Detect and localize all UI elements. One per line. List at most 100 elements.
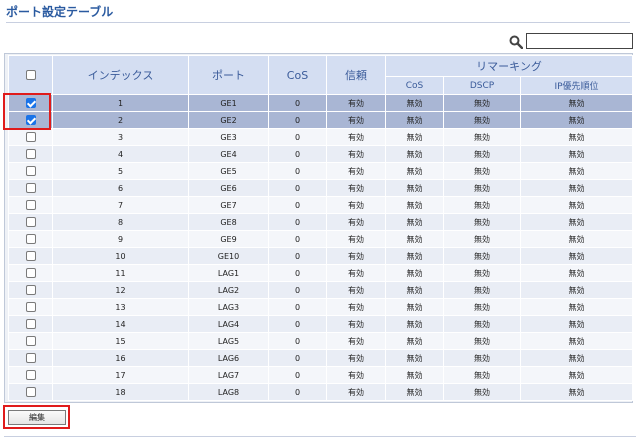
table-row[interactable]: 3 GE3 0 有効 無効 無効 無効	[8, 128, 634, 146]
table-row[interactable]: 9 GE9 0 有効 無効 無効 無効	[8, 230, 634, 248]
row-remark-cos: 無効	[385, 298, 444, 316]
row-checkbox[interactable]	[25, 370, 36, 380]
row-checkbox[interactable]	[25, 336, 36, 346]
row-checkbox[interactable]	[25, 166, 36, 176]
table-row[interactable]: 7 GE7 0 有効 無効 無効 無効	[8, 196, 634, 214]
row-remark-dscp: 無効	[443, 179, 521, 197]
row-checkbox[interactable]	[25, 353, 36, 363]
row-trust: 有効	[326, 162, 386, 180]
row-remark-cos: 無効	[385, 145, 444, 163]
row-select-cell	[8, 247, 53, 265]
row-remark-cos: 無効	[385, 162, 444, 180]
table-row[interactable]: 11 LAG1 0 有効 無効 無効 無効	[8, 264, 634, 282]
row-index: 3	[52, 128, 189, 146]
row-remark-ip-precedence: 無効	[519, 247, 634, 265]
table-row[interactable]: 13 LAG3 0 有効 無効 無効 無効	[8, 298, 634, 316]
row-checkbox[interactable]	[25, 387, 36, 397]
table-row[interactable]: 12 LAG2 0 有効 無効 無効 無効	[8, 281, 634, 299]
row-remark-ip-precedence: 無効	[519, 230, 634, 248]
col-header-port[interactable]: ポート	[188, 55, 269, 95]
row-remark-dscp: 無効	[443, 128, 521, 146]
row-port: GE2	[188, 111, 269, 129]
row-trust: 有効	[326, 213, 386, 231]
select-all-checkbox[interactable]	[25, 70, 36, 80]
row-checkbox[interactable]	[25, 217, 36, 227]
row-checkbox[interactable]	[25, 149, 36, 159]
row-remark-dscp: 無効	[443, 366, 521, 384]
table-row[interactable]: 15 LAG5 0 有効 無効 無効 無効	[8, 332, 634, 350]
col-header-index[interactable]: インデックス	[52, 55, 189, 95]
row-cos: 0	[268, 179, 327, 197]
row-checkbox[interactable]	[25, 98, 36, 108]
row-trust: 有効	[326, 349, 386, 367]
row-remark-dscp: 無効	[443, 298, 521, 316]
row-remark-dscp: 無効	[443, 94, 521, 112]
row-checkbox[interactable]	[25, 183, 36, 193]
row-cos: 0	[268, 264, 327, 282]
row-remark-cos: 無効	[385, 281, 444, 299]
row-select-cell	[8, 366, 53, 384]
table-row[interactable]: 8 GE8 0 有効 無効 無効 無効	[8, 213, 634, 231]
row-checkbox[interactable]	[25, 268, 36, 278]
row-port: LAG4	[188, 315, 269, 333]
table-row[interactable]: 2 GE2 0 有効 無効 無効 無効	[8, 111, 634, 129]
row-remark-dscp: 無効	[443, 196, 521, 214]
row-select-cell	[8, 332, 53, 350]
table-row[interactable]: 5 GE5 0 有効 無効 無効 無効	[8, 162, 634, 180]
row-cos: 0	[268, 315, 327, 333]
row-cos: 0	[268, 247, 327, 265]
col-header-remark-cos[interactable]: CoS	[385, 76, 444, 95]
row-select-cell	[8, 230, 53, 248]
row-index: 15	[52, 332, 189, 350]
row-checkbox[interactable]	[25, 302, 36, 312]
search-input[interactable]	[526, 33, 633, 49]
row-index: 4	[52, 145, 189, 163]
row-checkbox[interactable]	[25, 319, 36, 329]
row-index: 2	[52, 111, 189, 129]
row-port: LAG5	[188, 332, 269, 350]
table-row[interactable]: 6 GE6 0 有効 無効 無効 無効	[8, 179, 634, 197]
row-checkbox[interactable]	[25, 234, 36, 244]
table-row[interactable]: 18 LAG8 0 有効 無効 無効 無効	[8, 383, 634, 401]
row-remark-dscp: 無効	[443, 383, 521, 401]
row-remark-ip-precedence: 無効	[519, 332, 634, 350]
col-header-cos[interactable]: CoS	[268, 55, 327, 95]
row-cos: 0	[268, 298, 327, 316]
search-icon[interactable]	[509, 35, 523, 49]
row-port: GE4	[188, 145, 269, 163]
table-row[interactable]: 1 GE1 0 有効 無効 無効 無効	[8, 94, 634, 112]
row-select-cell	[8, 298, 53, 316]
row-select-cell	[8, 383, 53, 401]
row-checkbox[interactable]	[25, 132, 36, 142]
row-checkbox[interactable]	[25, 200, 36, 210]
row-remark-cos: 無効	[385, 179, 444, 197]
col-header-remark-dscp[interactable]: DSCP	[443, 76, 521, 95]
row-remark-dscp: 無効	[443, 281, 521, 299]
col-header-trust[interactable]: 信頼	[326, 55, 386, 95]
row-trust: 有効	[326, 298, 386, 316]
table-row[interactable]: 10 GE10 0 有効 無効 無効 無効	[8, 247, 634, 265]
port-settings-table: インデックス ポート CoS 信頼 リマーキング CoS DSCP IP優先順位…	[8, 55, 634, 401]
row-trust: 有効	[326, 281, 386, 299]
table-row[interactable]: 17 LAG7 0 有効 無効 無効 無効	[8, 366, 634, 384]
row-trust: 有効	[326, 145, 386, 163]
edit-button[interactable]: 編集	[8, 410, 66, 425]
row-trust: 有効	[326, 332, 386, 350]
row-remark-dscp: 無効	[443, 213, 521, 231]
row-remark-cos: 無効	[385, 349, 444, 367]
table-row[interactable]: 14 LAG4 0 有効 無効 無効 無効	[8, 315, 634, 333]
row-remark-dscp: 無効	[443, 247, 521, 265]
row-remark-ip-precedence: 無効	[519, 213, 634, 231]
row-checkbox[interactable]	[25, 285, 36, 295]
row-index: 6	[52, 179, 189, 197]
row-checkbox[interactable]	[25, 251, 36, 261]
row-trust: 有効	[326, 94, 386, 112]
col-header-remark-ip-precedence[interactable]: IP優先順位	[519, 76, 634, 95]
row-remark-dscp: 無効	[443, 162, 521, 180]
table-row[interactable]: 4 GE4 0 有効 無効 無効 無効	[8, 145, 634, 163]
row-remark-dscp: 無効	[443, 145, 521, 163]
row-cos: 0	[268, 213, 327, 231]
row-cos: 0	[268, 128, 327, 146]
row-checkbox[interactable]	[25, 115, 36, 125]
table-row[interactable]: 16 LAG6 0 有効 無効 無効 無効	[8, 349, 634, 367]
